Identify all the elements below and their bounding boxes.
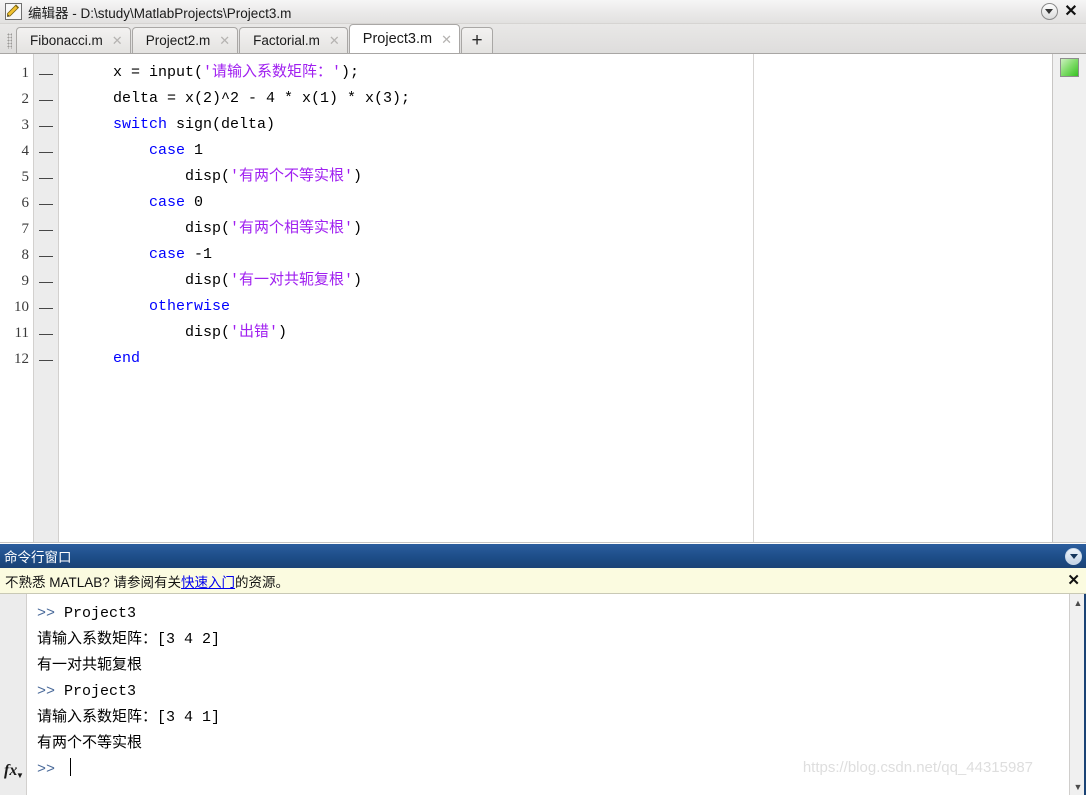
line-number: 10 xyxy=(14,299,29,315)
code-line-8: case -1 xyxy=(149,246,213,263)
command-window-title: 命令行窗口 xyxy=(4,550,72,565)
tab-close-icon[interactable]: ✕ xyxy=(219,34,230,47)
executable-line-mark[interactable]: — xyxy=(34,86,58,112)
notice-text-after: 的资源。 xyxy=(235,574,290,590)
line-number: 11 xyxy=(14,325,29,341)
command-line: 请输入系数矩阵：[3 4 1] xyxy=(37,709,221,726)
new-tab-button[interactable]: + xyxy=(461,27,494,53)
line-number: 7 xyxy=(21,221,30,237)
editor-right-strip xyxy=(1052,54,1086,542)
tab-fibonacci[interactable]: Fibonacci.m ✕ xyxy=(16,27,131,53)
code-line-4: case 1 xyxy=(149,142,204,159)
executable-line-mark[interactable]: — xyxy=(34,190,58,216)
line-number: 3 xyxy=(21,117,30,133)
tab-close-icon[interactable]: ✕ xyxy=(329,34,340,47)
executable-line-mark[interactable]: — xyxy=(34,164,58,190)
matlab-editor-window: 编辑器 - D:\study\MatlabProjects\Project3.m… xyxy=(0,0,1086,795)
command-output-area[interactable]: >> Project3 请输入系数矩阵：[3 4 2] 有一对共轭复根 >> P… xyxy=(27,594,1069,795)
line-number: 4 xyxy=(21,143,30,159)
command-line: >> Project3 xyxy=(37,683,137,700)
executable-line-mark[interactable]: — xyxy=(34,138,58,164)
command-window-body: fx ▼ >> Project3 请输入系数矩阵：[3 4 2] 有一对共轭复根 … xyxy=(0,594,1086,795)
line-number: 1 xyxy=(21,65,30,81)
notice-close-icon[interactable]: ✕ xyxy=(1067,573,1080,588)
executable-line-mark[interactable]: — xyxy=(34,216,58,242)
fx-icon[interactable]: fx ▼ xyxy=(4,763,24,780)
chevron-down-icon xyxy=(1040,3,1058,20)
code-analyzer-health-indicator[interactable] xyxy=(1060,58,1079,77)
tab-label: Project3.m xyxy=(362,31,433,47)
code-line-12: end xyxy=(113,350,141,367)
code-line-10: otherwise xyxy=(149,298,231,315)
code-line-11: disp('出错') xyxy=(77,324,288,341)
editor-area: 1 2 3 4 5 6 7 8 9 10 11 12 — — — — — — —… xyxy=(0,54,1086,543)
quick-start-link[interactable]: 快速入门 xyxy=(181,571,235,591)
tab-project2[interactable]: Project2.m ✕ xyxy=(131,27,239,53)
line-number: 5 xyxy=(21,169,30,185)
command-input-line[interactable]: >> xyxy=(37,757,1069,783)
getting-started-notice: 不熟悉 MATLAB? 请参阅有关 快速入门 的资源。 ✕ xyxy=(0,568,1086,594)
line-number: 9 xyxy=(21,273,30,289)
command-line: >> Project3 xyxy=(37,605,137,622)
window-options-button[interactable] xyxy=(1038,1,1060,23)
code-line-3: switch sign(delta) xyxy=(113,116,276,133)
editor-tab-bar: Fibonacci.m ✕ Project2.m ✕ Factorial.m ✕… xyxy=(0,24,1086,54)
code-line-1: x = input('请输入系数矩阵：'); xyxy=(77,64,360,81)
command-gutter: fx ▼ xyxy=(0,594,27,795)
fx-caret-icon: ▼ xyxy=(16,771,24,780)
breakpoint-gutter[interactable]: — — — — — — — — — — — — xyxy=(33,54,59,542)
line-number: 6 xyxy=(21,195,30,211)
line-number: 12 xyxy=(14,351,29,367)
command-window-options-button[interactable] xyxy=(1065,547,1082,565)
executable-line-mark[interactable]: — xyxy=(34,294,58,320)
grip-dots-icon xyxy=(7,33,12,49)
notice-text-before: 不熟悉 MATLAB? 请参阅有关 xyxy=(5,574,182,590)
tab-project3[interactable]: Project3.m ✕ xyxy=(348,24,461,53)
executable-line-mark[interactable]: — xyxy=(34,268,58,294)
command-window-header: 命令行窗口 xyxy=(0,543,1086,568)
tab-factorial[interactable]: Factorial.m ✕ xyxy=(239,27,348,53)
line-number: 8 xyxy=(21,247,30,263)
command-line: 有两个不等实根 xyxy=(37,735,143,752)
tabbar-drag-handle[interactable] xyxy=(5,30,14,52)
executable-line-mark[interactable]: — xyxy=(34,242,58,268)
title-bar: 编辑器 - D:\study\MatlabProjects\Project3.m… xyxy=(0,0,1086,24)
tab-close-icon[interactable]: ✕ xyxy=(112,34,123,47)
code-text-area[interactable]: x = input('请输入系数矩阵：'); delta = x(2)^2 - … xyxy=(59,54,1052,542)
executable-line-mark[interactable]: — xyxy=(34,60,58,86)
code-line-7: disp('有两个相等实根') xyxy=(77,220,363,237)
command-line: 有一对共轭复根 xyxy=(37,657,143,674)
close-icon: ✕ xyxy=(1064,2,1078,20)
tab-close-icon[interactable]: ✕ xyxy=(441,33,452,46)
code-line-5: disp('有两个不等实根') xyxy=(77,168,363,185)
tab-label: Fibonacci.m xyxy=(30,33,103,48)
editor-pencil-icon xyxy=(5,3,22,20)
executable-line-mark[interactable]: — xyxy=(34,346,58,372)
line-number-gutter: 1 2 3 4 5 6 7 8 9 10 11 12 xyxy=(0,54,33,542)
code-line-2: delta = x(2)^2 - 4 * x(1) * x(3); xyxy=(77,90,411,107)
code-line-9: disp('有一对共轭复根') xyxy=(77,272,363,289)
code-line-6: case 0 xyxy=(149,194,204,211)
executable-line-mark[interactable]: — xyxy=(34,320,58,346)
tab-label: Project2.m xyxy=(145,33,211,48)
command-line: 请输入系数矩阵：[3 4 2] xyxy=(37,631,221,648)
window-title: 编辑器 - D:\study\MatlabProjects\Project3.m xyxy=(28,5,292,21)
line-number: 2 xyxy=(21,91,30,107)
executable-line-mark[interactable]: — xyxy=(34,112,58,138)
window-close-button[interactable]: ✕ xyxy=(1060,1,1082,23)
tab-label: Factorial.m xyxy=(253,33,320,48)
